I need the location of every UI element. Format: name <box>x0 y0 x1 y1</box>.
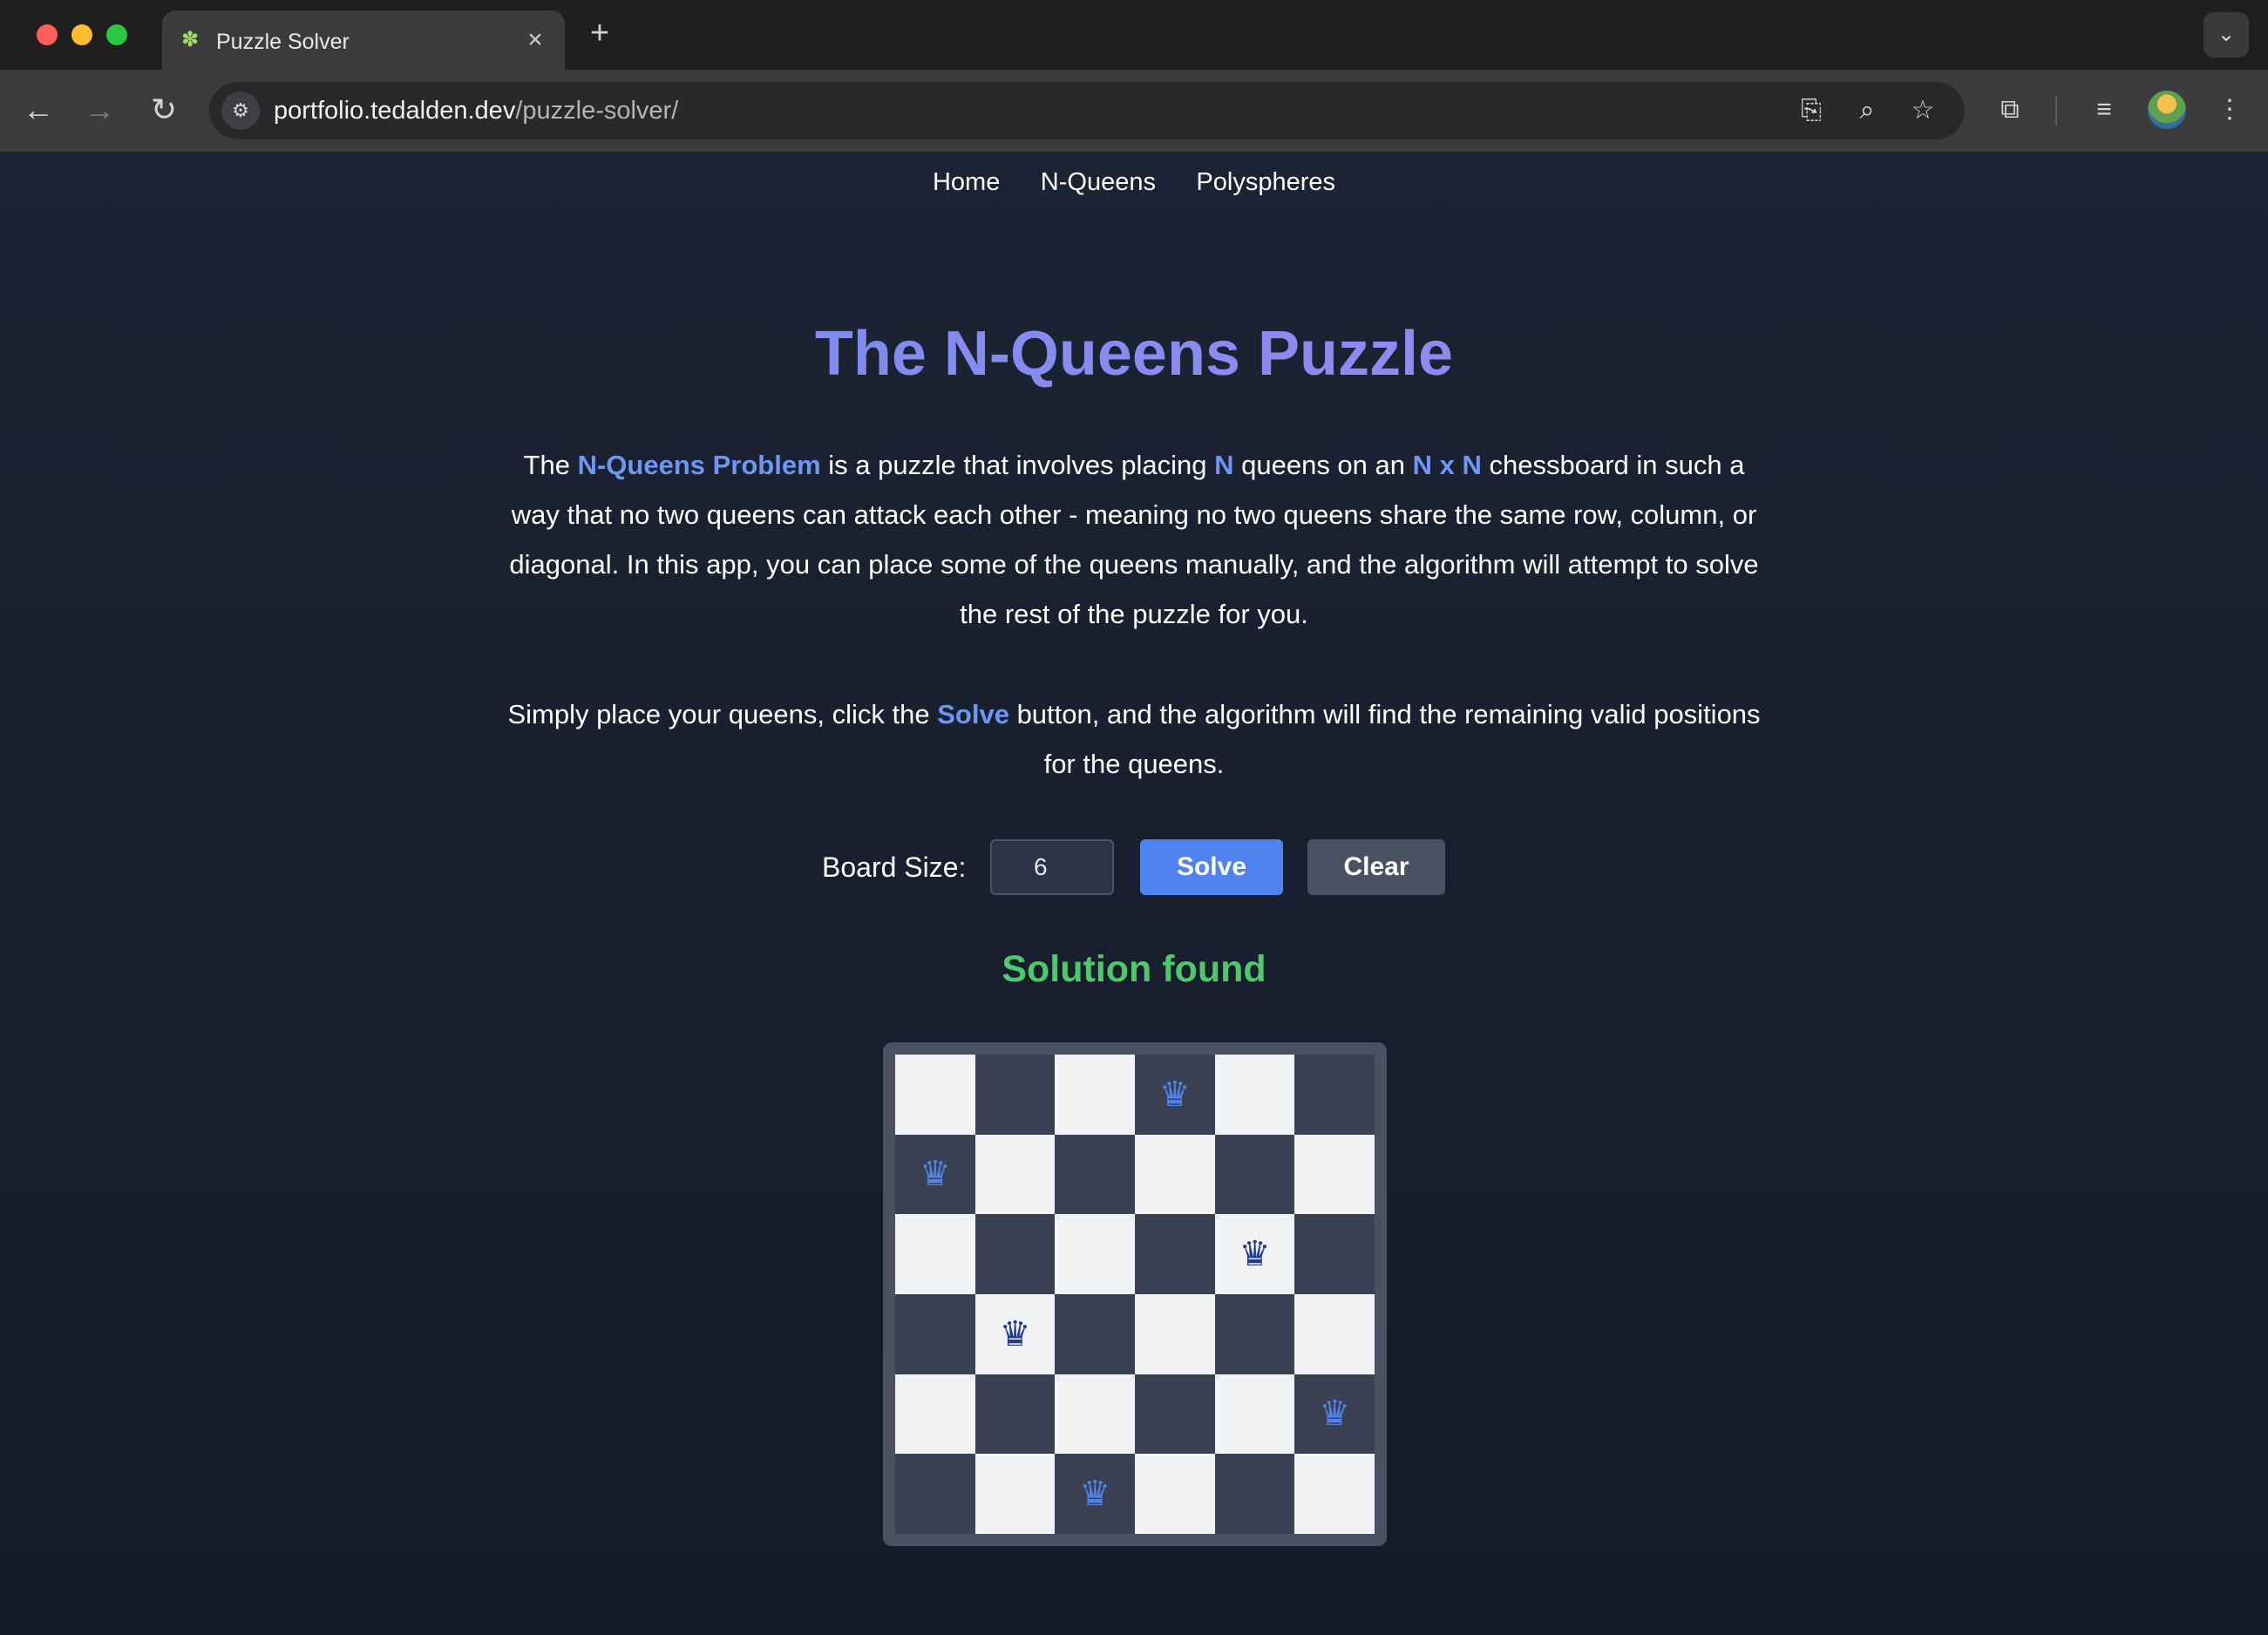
board-cell[interactable] <box>974 1055 1056 1135</box>
site-info-icon[interactable]: ⚙ <box>221 92 260 130</box>
back-arrow-icon[interactable]: ← <box>17 89 59 131</box>
board-cell[interactable]: ♛ <box>1214 1214 1295 1294</box>
close-window-button[interactable] <box>37 24 58 45</box>
board-cell[interactable] <box>974 1214 1056 1294</box>
reload-icon[interactable]: ↻ <box>143 89 185 131</box>
board-cell[interactable]: ♛ <box>1294 1374 1375 1455</box>
intro-paragraph: The N-Queens Problem is a puzzle that in… <box>506 440 1762 639</box>
board-cell[interactable]: ♛ <box>1055 1454 1135 1534</box>
extensions-icon[interactable]: ⧉ <box>1989 89 2031 131</box>
highlight-n-x-n: N x N <box>1412 450 1482 480</box>
close-tab-icon[interactable]: × <box>521 26 549 54</box>
new-tab-button[interactable]: + <box>582 16 617 51</box>
queen-icon: ♛ <box>1079 1474 1111 1515</box>
instructions-text: button, and the algorithm will find the … <box>1008 699 1761 779</box>
board-cell[interactable] <box>895 1374 975 1455</box>
zoom-icon[interactable]: ⌕ <box>1850 93 1884 128</box>
url-path: /puzzle-solver/ <box>515 97 679 125</box>
board-cell[interactable] <box>1294 1055 1375 1135</box>
solve-button[interactable]: Solve <box>1140 839 1283 895</box>
board-cell[interactable] <box>1055 1293 1135 1374</box>
board-cell[interactable] <box>1134 1454 1215 1534</box>
queen-icon: ♛ <box>919 1154 951 1195</box>
board-cell[interactable] <box>1294 1214 1375 1294</box>
board-cell[interactable] <box>1134 1134 1215 1215</box>
tab-search-button[interactable]: ⌄ <box>2203 12 2249 58</box>
kebab-menu-icon[interactable]: ⋮ <box>2209 89 2251 131</box>
tab-title: Puzzle Solver <box>216 30 350 54</box>
clear-button[interactable]: Clear <box>1307 839 1445 895</box>
board-cell[interactable] <box>1055 1374 1135 1455</box>
queen-icon: ♛ <box>1319 1394 1351 1435</box>
bookmark-star-icon[interactable]: ☆ <box>1905 93 1940 128</box>
intro-text: The <box>523 450 578 480</box>
board-cell[interactable] <box>895 1214 975 1294</box>
highlight-n: N <box>1214 450 1234 480</box>
board-cell[interactable] <box>895 1454 975 1534</box>
board-cell[interactable] <box>1055 1214 1135 1294</box>
top-navigation: Home N-Queens Polyspheres <box>0 168 2268 197</box>
board-cell[interactable] <box>1055 1055 1135 1135</box>
media-controls-icon[interactable]: ≡ <box>2083 89 2125 131</box>
address-bar[interactable]: ⚙ portfolio.tedalden.dev/puzzle-solver/ … <box>209 82 1965 139</box>
page-content: Home N-Queens Polyspheres The N-Queens P… <box>0 153 2268 1635</box>
highlight-solve: Solve <box>937 699 1009 729</box>
board-cell[interactable] <box>1214 1293 1295 1374</box>
board-cell[interactable]: ♛ <box>895 1134 975 1215</box>
solution-status: Solution found <box>1002 948 1266 990</box>
browser-toolbar: ← → ↻ ⚙ portfolio.tedalden.dev/puzzle-so… <box>0 70 2268 153</box>
url-text[interactable]: portfolio.tedalden.dev/puzzle-solver/ <box>274 97 678 126</box>
queen-icon: ♛ <box>999 1313 1031 1354</box>
board-cell[interactable] <box>974 1454 1056 1534</box>
install-icon[interactable]: ⎘ <box>1794 93 1829 128</box>
url-host: portfolio.tedalden.dev <box>274 97 516 125</box>
instructions-paragraph: Simply place your queens, click the Solv… <box>506 689 1762 789</box>
board-cell[interactable] <box>1294 1134 1375 1215</box>
puzzle-favicon-icon: ✽ <box>180 28 200 51</box>
instructions-text: Simply place your queens, click the <box>507 699 938 729</box>
board-cell[interactable] <box>1214 1134 1295 1215</box>
browser-tab-strip: ✽ Puzzle Solver × + ⌄ <box>0 0 2268 70</box>
highlight-n-queens-problem: N-Queens Problem <box>577 450 821 480</box>
chessboard-frame: ♛ ♛ ♛ ♛ ♛ ♛ <box>883 1042 1387 1546</box>
board-cell[interactable] <box>1294 1454 1375 1534</box>
board-cell[interactable] <box>1214 1374 1295 1455</box>
board-cell[interactable] <box>974 1134 1056 1215</box>
maximize-window-button[interactable] <box>106 24 127 45</box>
forward-arrow-icon[interactable]: → <box>78 89 120 131</box>
board-cell[interactable] <box>1134 1374 1215 1455</box>
chessboard: ♛ ♛ ♛ ♛ ♛ ♛ <box>895 1055 1375 1534</box>
board-cell[interactable] <box>895 1055 975 1135</box>
board-cell[interactable] <box>1214 1454 1295 1534</box>
board-cell[interactable] <box>895 1293 975 1374</box>
board-cell[interactable] <box>1055 1134 1135 1215</box>
profile-avatar[interactable] <box>2148 91 2186 129</box>
nav-link-polyspheres[interactable]: Polyspheres <box>1196 168 1335 197</box>
toolbar-divider <box>2055 96 2057 126</box>
board-size-label: Board Size: <box>822 851 967 883</box>
page-title: The N-Queens Puzzle <box>0 318 2268 390</box>
board-cell[interactable] <box>1134 1214 1215 1294</box>
board-controls: Board Size: Solve Clear <box>0 839 2268 895</box>
board-cell[interactable]: ♛ <box>1134 1055 1215 1135</box>
browser-tab[interactable]: ✽ Puzzle Solver × <box>162 10 565 70</box>
board-size-input[interactable] <box>990 839 1114 895</box>
nav-link-n-queens[interactable]: N-Queens <box>1041 168 1156 197</box>
queen-icon: ♛ <box>1239 1234 1271 1275</box>
board-cell[interactable] <box>1294 1293 1375 1374</box>
board-cell[interactable]: ♛ <box>974 1293 1056 1374</box>
intro-text: queens on an <box>1233 450 1413 480</box>
board-cell[interactable] <box>1134 1293 1215 1374</box>
nav-link-home[interactable]: Home <box>933 168 1000 197</box>
minimize-window-button[interactable] <box>71 24 92 45</box>
board-cell[interactable] <box>974 1374 1056 1455</box>
queen-icon: ♛ <box>1158 1074 1191 1115</box>
intro-text: is a puzzle that involves placing <box>820 450 1215 480</box>
board-cell[interactable] <box>1214 1055 1295 1135</box>
